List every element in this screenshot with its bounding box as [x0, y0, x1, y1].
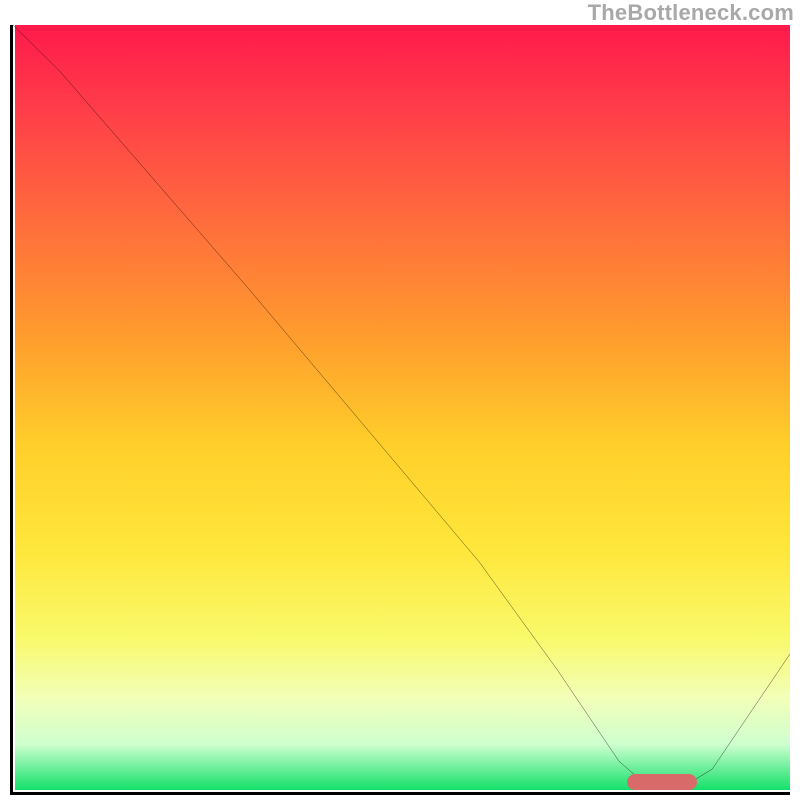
curve-svg: [13, 25, 790, 792]
optimal-range-marker: [627, 774, 697, 790]
bottleneck-chart: TheBottleneck.com: [0, 0, 800, 800]
bottleneck-curve-path: [13, 25, 790, 788]
plot-area: [10, 25, 790, 795]
watermark-label: TheBottleneck.com: [588, 0, 794, 26]
